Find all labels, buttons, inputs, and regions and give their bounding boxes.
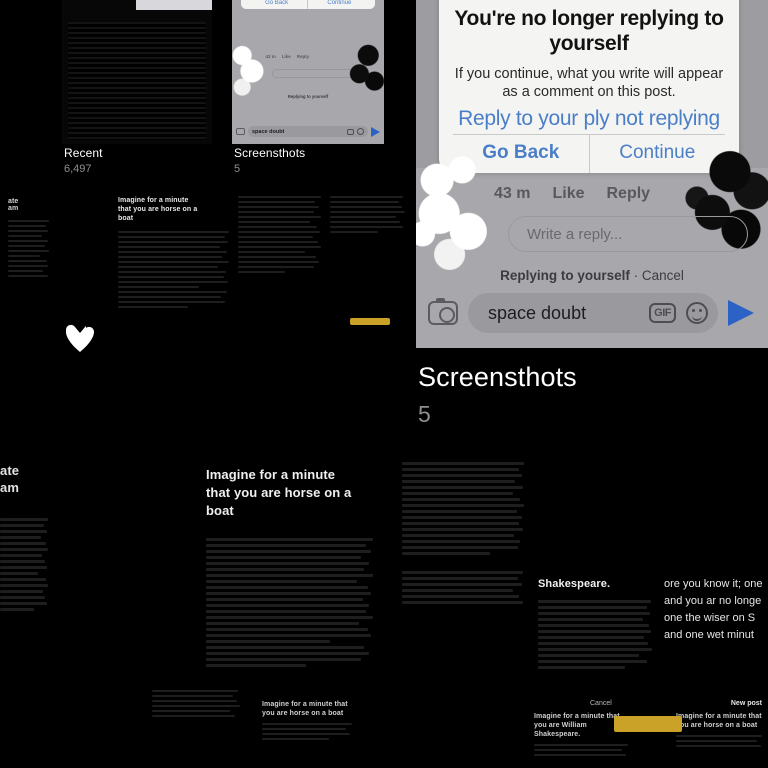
doc-card-b[interactable]: Imagine for a minute that you are horse … bbox=[262, 700, 358, 768]
mini-gif-icon[interactable] bbox=[347, 128, 354, 135]
mini-album-title: Screensthots bbox=[234, 146, 306, 160]
new-post-button[interactable]: New post bbox=[731, 700, 762, 707]
replying-status-text: Replying to yourself bbox=[500, 268, 630, 283]
mini-like[interactable]: Like bbox=[282, 54, 291, 59]
gif-icon[interactable]: GIF bbox=[649, 303, 676, 323]
replying-status-bar: Replying to yourself · Cancel bbox=[416, 268, 768, 283]
black-paint-blob bbox=[664, 150, 768, 270]
mini-album-count: 5 bbox=[234, 163, 241, 175]
mini-doc-clip-2: am bbox=[8, 205, 19, 212]
mini-album-thumb-recent[interactable] bbox=[62, 0, 212, 144]
mini-alert-buttons: Go Back Continue bbox=[246, 0, 371, 10]
headline-line-3: boat bbox=[206, 503, 234, 518]
alert-title: You're no longer replying to yourself bbox=[454, 7, 724, 55]
composer-text[interactable]: space doubt bbox=[488, 303, 639, 324]
mini-doc-lines bbox=[118, 231, 234, 308]
doc-card-a[interactable] bbox=[152, 690, 244, 768]
cancel-reply-button[interactable]: Cancel bbox=[642, 268, 684, 283]
mini-doc-body[interactable] bbox=[238, 196, 324, 346]
doc-shakespeare-heading: Shakespeare. bbox=[538, 578, 611, 590]
comment-timestamp: 43 m bbox=[494, 185, 531, 202]
doc-tail-text: ore you know it; one and you ar no longe… bbox=[664, 576, 768, 644]
doc-lines bbox=[0, 518, 52, 611]
mini-doc-headline[interactable]: Imagine for a minute that you are horse … bbox=[118, 196, 234, 356]
mini-instagram-screenshot: You're no longer replying to yourself If… bbox=[232, 0, 384, 144]
doc-headline[interactable]: Imagine for a minute that you are horse … bbox=[206, 466, 378, 686]
instagram-screenshot: You're no longer replying to yourself If… bbox=[416, 0, 768, 348]
doc-lines bbox=[534, 744, 634, 756]
mini-alert-dialog: You're no longer replying to yourself If… bbox=[241, 0, 375, 10]
headline-line-1: Imagine for a minute bbox=[206, 467, 336, 482]
status-separator: · bbox=[633, 268, 639, 283]
doc-clip-line-2: am bbox=[0, 480, 19, 495]
composer-bar: space doubt GIF bbox=[416, 284, 768, 342]
smiley-icon[interactable] bbox=[686, 302, 708, 324]
sheet-action-buttons: Cancel New post bbox=[590, 700, 762, 707]
doc-lines bbox=[538, 600, 656, 669]
like-button[interactable]: Like bbox=[552, 185, 584, 203]
mini-continue-button[interactable]: Continue bbox=[307, 0, 370, 10]
tail-line-1: ore you know it; one bbox=[664, 578, 763, 590]
doc-lines bbox=[152, 690, 244, 717]
tail-line-2: and you ar no longe bbox=[664, 595, 762, 607]
mini-doc-tail[interactable] bbox=[330, 196, 408, 316]
mini-send-arrow-icon[interactable] bbox=[371, 126, 380, 137]
mini-doc-lines bbox=[238, 196, 324, 273]
featured-album-count: 5 bbox=[418, 401, 431, 427]
doc-headline-text: Imagine for a minute that you are horse … bbox=[206, 466, 378, 520]
mini-go-back-button[interactable]: Go Back bbox=[246, 0, 308, 9]
tail-line-4: and one wet minut bbox=[664, 629, 754, 641]
doc-lines bbox=[262, 723, 358, 740]
doc-body-column[interactable] bbox=[402, 462, 528, 686]
mini-album-label-recent: Recent 6,497 bbox=[64, 146, 103, 175]
doc-card-title-horse: Imagine for a minute that you are horse … bbox=[676, 713, 762, 729]
mini-camera-icon[interactable] bbox=[236, 128, 245, 136]
mini-black-blob bbox=[336, 43, 384, 100]
photos-albums-screen: You're no longer replying to yourself If… bbox=[0, 0, 768, 768]
nested-screenshot-recursion: You're no longer replying to yourself If… bbox=[0, 0, 416, 460]
mini-composer: space doubt bbox=[232, 125, 384, 139]
reply-input[interactable]: Write a reply... bbox=[508, 216, 748, 252]
mini-yellow-highlight bbox=[350, 318, 390, 325]
doc-lines bbox=[676, 735, 768, 747]
doc-clipped-left[interactable]: ate am bbox=[0, 462, 52, 692]
mini-doc-clipped-left[interactable]: ate am bbox=[8, 198, 54, 318]
mini-album-title: Recent bbox=[64, 146, 103, 160]
mini-smiley-icon[interactable] bbox=[357, 128, 364, 136]
mini-album-label-screensthots: Screensthots 5 bbox=[234, 146, 305, 175]
send-arrow-icon[interactable] bbox=[728, 300, 754, 326]
headline-line-2: that you are horse on a bbox=[206, 485, 352, 500]
mini-doc-headline-text: Imagine for a minute that you are horse … bbox=[118, 197, 198, 222]
doc-card-horse-small[interactable]: Imagine for a minute that you are horse … bbox=[676, 712, 768, 768]
mini-doc-clip-1: ate bbox=[8, 198, 19, 205]
mini-doc-lines bbox=[330, 196, 408, 233]
doc-tail-lines[interactable]: ore you know it; one and you ar no longe… bbox=[664, 576, 768, 666]
alert-dialog: You're no longer replying to yourself If… bbox=[439, 0, 739, 173]
composer-input-pill[interactable]: space doubt GIF bbox=[468, 293, 718, 333]
doc-clip-line-1: ate bbox=[0, 463, 20, 478]
mini-doc-lines bbox=[8, 220, 54, 277]
doc-shakespeare[interactable]: Shakespeare. bbox=[538, 578, 656, 690]
camera-icon[interactable] bbox=[428, 298, 458, 325]
yellow-highlight-block bbox=[614, 716, 682, 732]
featured-album[interactable]: You're no longer replying to yourself If… bbox=[416, 0, 768, 428]
mini-album-count: 6,497 bbox=[64, 163, 92, 175]
doc-card-b-title: Imagine for a minute that you are horse … bbox=[262, 701, 348, 717]
mini-album-thumb-screensthots[interactable]: You're no longer replying to yourself If… bbox=[232, 0, 384, 144]
doc-lines bbox=[402, 462, 528, 604]
featured-album-thumbnail[interactable]: You're no longer replying to yourself If… bbox=[416, 0, 768, 348]
mini-reply[interactable]: Reply bbox=[297, 54, 309, 59]
alert-overflow-text: Reply to your ply not replying bbox=[458, 107, 720, 130]
featured-album-title: Screensthots bbox=[418, 362, 577, 392]
white-paint-blob bbox=[416, 152, 512, 280]
mini-composer-text[interactable]: space doubt bbox=[252, 129, 344, 135]
tail-line-3: one the wiser on S bbox=[664, 612, 756, 624]
cancel-button[interactable]: Cancel bbox=[590, 700, 612, 707]
mini-white-blob bbox=[232, 39, 280, 102]
reply-button[interactable]: Reply bbox=[606, 185, 650, 203]
alert-body: If you continue, what you write will app… bbox=[454, 66, 724, 100]
comment-meta-row: 43 m Like Reply bbox=[494, 185, 650, 203]
doc-lines bbox=[206, 538, 378, 667]
